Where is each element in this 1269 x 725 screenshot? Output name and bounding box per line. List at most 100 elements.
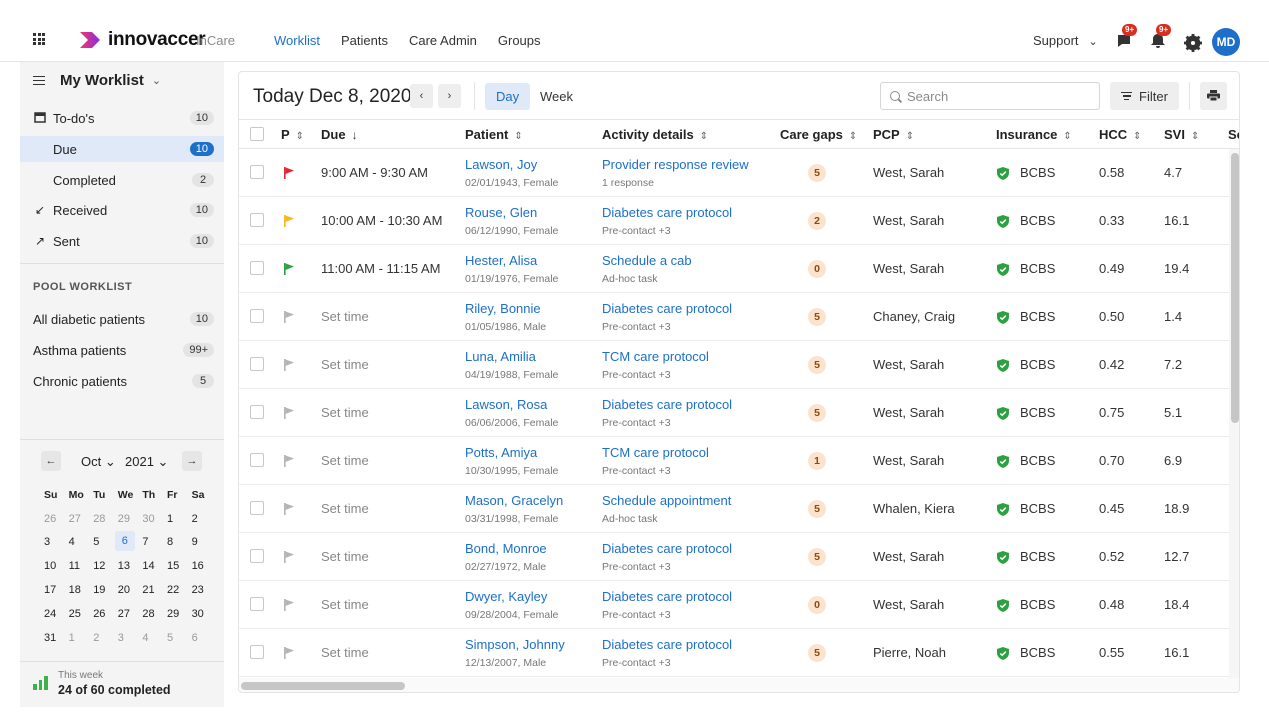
patient-name-link[interactable]: Simpson, Johnny [465,637,565,652]
notifications-button[interactable]: 9+ [1150,24,1172,48]
table-row[interactable]: Set time Simpson, Johnny 12/13/2007, Male D… [239,629,1229,677]
column-priority[interactable]: P ⇕ [281,127,304,142]
column-patient[interactable]: Patient ⇕ [465,127,523,142]
calendar-day[interactable]: 11 [66,554,91,578]
sidebar-item-received[interactable]: ↙ Received 10 [20,197,224,223]
table-row[interactable]: Set time Bond, Monroe 02/27/1972, Male Diab… [239,533,1229,581]
calendar-day[interactable]: 9 [189,531,214,555]
sidebar-item-completed[interactable]: Completed 2 [20,167,224,193]
worklist-selector[interactable]: My Worklist ⌄ [33,72,161,89]
support-menu[interactable]: Support ⌄ [1033,33,1098,48]
row-checkbox[interactable] [250,213,264,227]
table-row[interactable]: Set time Riley, Bonnie 01/05/1986, Male Dia… [239,293,1229,341]
row-checkbox[interactable] [250,549,264,563]
patient-name-link[interactable]: Bond, Monroe [465,541,547,556]
sidebar-item-pool[interactable]: Chronic patients 5 [20,368,224,394]
table-row[interactable]: Set time Dwyer, Kayley 09/28/2004, Female D… [239,581,1229,629]
brand-logo[interactable]: innovaccer [78,29,206,51]
calendar-day[interactable]: 22 [164,578,189,602]
row-checkbox[interactable] [250,261,264,275]
due-time[interactable]: Set time [321,309,369,324]
patient-name-link[interactable]: Riley, Bonnie [465,301,541,316]
activity-link[interactable]: Provider response review [602,157,749,172]
calendar-day[interactable]: 2 [189,507,214,531]
activity-link[interactable]: Diabetes care protocol [602,205,732,220]
calendar-day[interactable]: 28 [90,507,115,531]
patient-name-link[interactable]: Hester, Alisa [465,253,537,268]
year-select[interactable]: 2021 ⌄ [125,454,168,470]
next-day-button[interactable]: › [438,84,461,108]
patient-name-link[interactable]: Luna, Amilia [465,349,536,364]
calendar-day[interactable]: 7 [139,531,164,555]
calendar-day[interactable]: 8 [164,531,189,555]
settings-gear-icon[interactable] [1184,34,1202,52]
calendar-day[interactable]: 25 [66,602,91,626]
column-due[interactable]: Due ↓ [321,127,358,142]
due-time[interactable]: Set time [321,645,369,660]
activity-link[interactable]: Diabetes care protocol [602,637,732,652]
calendar-day[interactable]: 20 [115,578,140,602]
due-time[interactable]: Set time [321,453,369,468]
sidebar-item-due[interactable]: Due 10 [20,136,224,162]
calendar-day[interactable]: 17 [41,578,66,602]
row-checkbox[interactable] [250,357,264,371]
calendar-day[interactable]: 29 [115,507,140,531]
column-pcp[interactable]: PCP ⇕ [873,127,914,142]
priority-flag-icon[interactable] [284,455,294,467]
column-next[interactable]: Sc [1228,127,1239,142]
calendar-day[interactable]: 31 [41,626,66,650]
calendar-day[interactable]: 5 [90,531,115,555]
patient-name-link[interactable]: Potts, Amiya [465,445,537,460]
calendar-day[interactable]: 1 [164,507,189,531]
table-row[interactable]: 9:00 AM - 9:30 AM Lawson, Joy 02/01/1943, … [239,149,1229,197]
column-hcc[interactable]: HCC ⇕ [1099,127,1142,142]
calendar-day[interactable]: 19 [90,578,115,602]
calendar-day[interactable]: 4 [66,531,91,555]
user-avatar[interactable]: MD [1212,28,1240,56]
activity-link[interactable]: Schedule appointment [602,493,731,508]
nav-groups[interactable]: Groups [498,33,541,48]
due-time[interactable]: 11:00 AM - 11:15 AM [321,261,440,276]
next-month-button[interactable]: → [182,451,202,471]
print-button[interactable] [1200,82,1227,110]
calendar-day[interactable]: 6 [189,626,214,650]
priority-flag-icon[interactable] [284,407,294,419]
due-time[interactable]: Set time [321,549,369,564]
calendar-day[interactable]: 16 [189,554,214,578]
priority-flag-icon[interactable] [284,263,294,275]
nav-patients[interactable]: Patients [341,33,388,48]
calendar-day[interactable]: 3 [115,626,140,650]
column-insurance[interactable]: Insurance ⇕ [996,127,1072,142]
calendar-day[interactable]: 23 [189,578,214,602]
priority-flag-icon[interactable] [284,503,294,515]
previous-month-button[interactable]: ← [41,451,61,471]
calendar-day[interactable]: 21 [139,578,164,602]
search-input[interactable]: Search [880,82,1100,110]
priority-flag-icon[interactable] [284,551,294,563]
calendar-day[interactable]: 30 [139,507,164,531]
priority-flag-icon[interactable] [284,167,294,179]
row-checkbox[interactable] [250,309,264,323]
calendar-day[interactable]: 1 [66,626,91,650]
calendar-day[interactable]: 27 [115,602,140,626]
calendar-day[interactable]: 6 [114,530,135,551]
calendar-day[interactable]: 3 [41,531,66,555]
calendar-day[interactable]: 10 [41,554,66,578]
calendar-day[interactable]: 29 [164,602,189,626]
nav-care-admin[interactable]: Care Admin [409,33,477,48]
priority-flag-icon[interactable] [284,599,294,611]
priority-flag-icon[interactable] [284,215,294,227]
calendar-day[interactable]: 12 [90,554,115,578]
sidebar-item-todos[interactable]: To-do's 10 [20,105,224,131]
calendar-day[interactable]: 27 [66,507,91,531]
sidebar-item-pool[interactable]: Asthma patients 99+ [20,337,224,363]
calendar-day[interactable]: 15 [164,554,189,578]
calendar-day[interactable]: 18 [66,578,91,602]
patient-name-link[interactable]: Rouse, Glen [465,205,537,220]
calendar-day[interactable]: 26 [90,602,115,626]
week-view-toggle[interactable]: Week [529,83,584,110]
table-row[interactable]: 11:00 AM - 11:15 AM Hester, Alisa 01/19/19… [239,245,1229,293]
previous-day-button[interactable]: ‹ [410,84,433,108]
select-all-checkbox[interactable] [250,127,264,141]
table-row[interactable]: Set time Luna, Amilia 04/19/1988, Female TC… [239,341,1229,389]
